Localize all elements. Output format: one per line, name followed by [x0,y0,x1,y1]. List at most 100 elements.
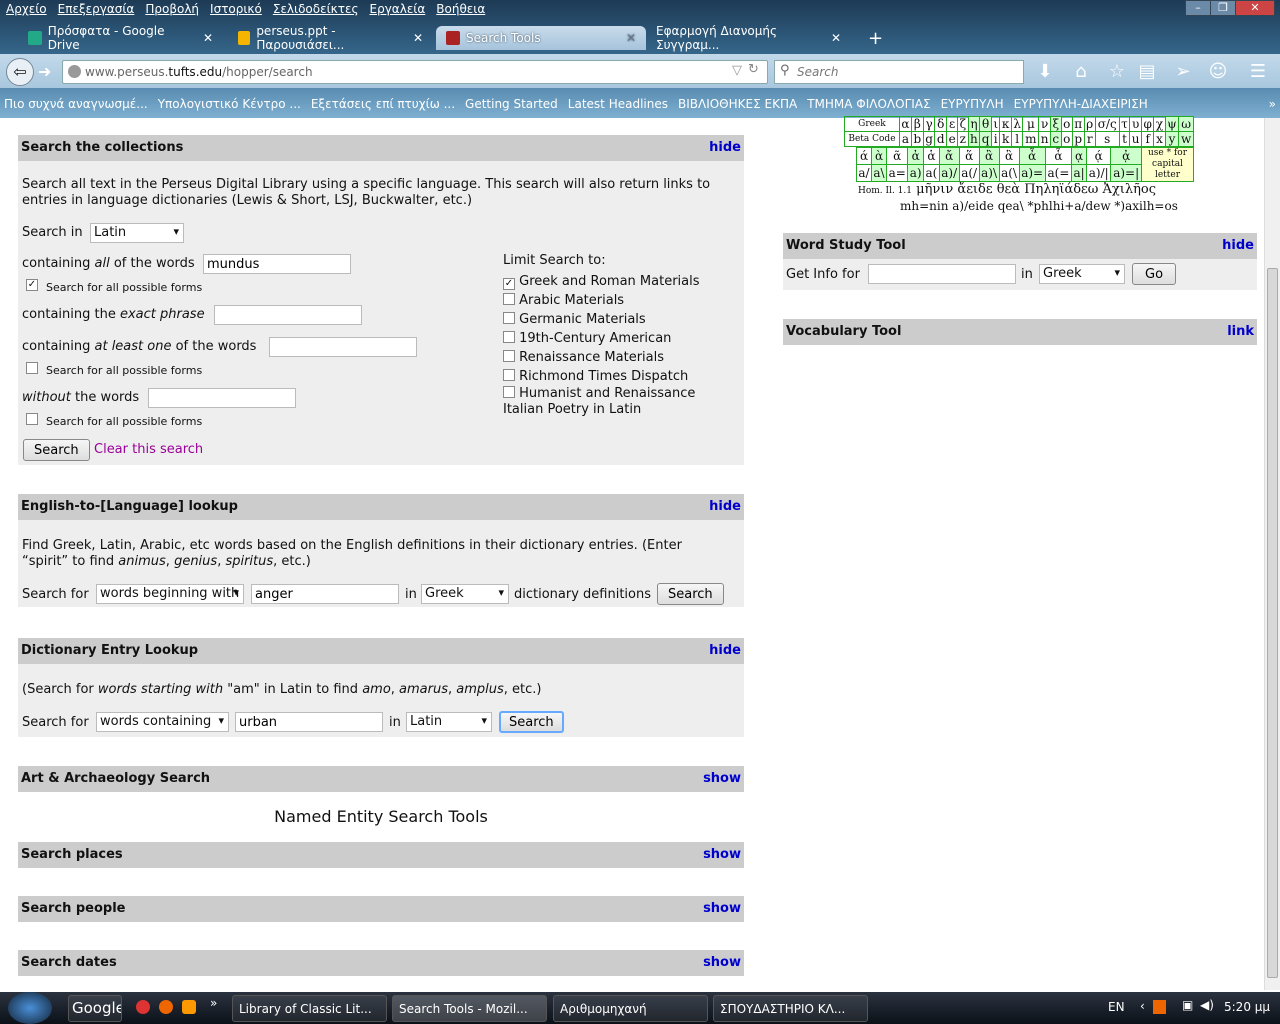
tab-textbook-app[interactable]: Εφαρμογή Διανομής Συγγραμ... ✕ [646,24,851,52]
search-button[interactable]: Search [23,439,90,461]
without-words-input[interactable] [148,388,296,408]
menu-help[interactable]: Βοήθεια [436,2,485,16]
bookmark-computing-center[interactable]: Υπολογιστικό Κέντρο ... [158,97,301,115]
limit-greek-roman[interactable]: ✓ Greek and Roman Materials [503,272,718,291]
taskbar-google[interactable]: Google [68,995,122,1022]
tab-search-tools[interactable]: Search Tools ✕ [436,26,646,50]
limit-19th-century[interactable]: 19th-Century American [503,329,718,348]
show-link[interactable]: show [703,847,741,863]
limit-richmond[interactable]: Richmond Times Dispatch [503,367,718,386]
menu-file[interactable]: Αρχείο [6,2,47,16]
bookmark-eclass[interactable]: ΕΥΡΥΠΥΛΗ [941,97,1004,115]
taskbar-library[interactable]: Library of Classic Lit... [232,995,387,1022]
bookmark-getting-started[interactable]: Getting Started [465,97,558,115]
show-link[interactable]: show [703,901,741,917]
word-study-language-select[interactable]: Greek [1039,264,1125,284]
clock[interactable]: 5:20 μμ [1224,1000,1270,1014]
menu-view[interactable]: Προβολή [145,2,199,16]
go-button[interactable]: Go [1132,263,1177,285]
minimize-button[interactable]: – [1185,0,1211,16]
accent-code: a(/ [958,164,980,182]
english-word-input[interactable] [251,584,399,604]
tray-app-icon[interactable] [1153,1000,1166,1014]
quicklaunch-overflow[interactable]: » [210,996,217,1010]
limit-arabic[interactable]: Arabic Materials [503,291,718,310]
url-bar[interactable]: www.perseus.tufts.edu/hopper/search [62,60,768,84]
clipboard-icon[interactable]: ▤ [1134,59,1160,85]
hide-link[interactable]: hide [709,140,741,156]
all-words-forms-checkbox[interactable]: ✓ [26,279,38,291]
network-icon[interactable]: ▣ [1182,998,1193,1012]
dictionary-word-input[interactable] [235,712,383,732]
send-icon[interactable]: ➢ [1170,59,1196,85]
taskbar-search-tools[interactable]: Search Tools - Mozil... [392,995,547,1022]
back-button[interactable]: ⇦ [6,58,34,86]
limit-humanist[interactable]: Humanist and Renaissance Italian Poetry … [503,386,718,418]
vocabulary-link[interactable]: link [1227,324,1254,340]
tab-google-drive[interactable]: Πρόσφατα - Google Drive ✕ [18,24,223,52]
start-button[interactable] [8,992,52,1024]
taskbar-calculator[interactable]: Αριθμομηχανή [553,995,708,1022]
accented-letter: ἆ [1018,147,1046,165]
hide-link[interactable]: hide [709,499,741,515]
any-words-forms-checkbox[interactable] [26,362,38,374]
hide-link[interactable]: hide [709,643,741,659]
close-tab-icon[interactable]: ✕ [203,31,213,45]
bookmark-exams[interactable]: Εξετάσεις επί πτυχίω ... [311,97,455,115]
exact-phrase-input[interactable] [214,305,362,325]
volume-icon[interactable]: ◀) [1200,998,1214,1012]
media-player-icon[interactable] [182,1000,196,1014]
page-scrollbar[interactable] [1264,118,1280,990]
dictionary-search-button[interactable]: Search [499,711,564,733]
download-icon[interactable]: ⬇ [1032,59,1058,85]
taskbar-folder[interactable]: ΣΠΟΥΔΑΣΤΗΡΙΟ ΚΛ... [713,995,868,1022]
bookmarks-overflow[interactable]: » [1269,97,1276,115]
tab-perseus-ppt[interactable]: perseus.ppt - Παρουσιάσει... ✕ [228,24,433,52]
bookmark-eclass-admin[interactable]: ΕΥΡΥΠΥΛΗ-ΔΙΑΧΕΙΡΙΣΗ [1014,97,1148,115]
close-window-button[interactable]: ✕ [1235,0,1275,16]
bookmark-star-icon[interactable]: ☆ [1104,59,1130,85]
match-mode-select[interactable]: words beginning with [96,584,244,604]
bookmark-latest-headlines[interactable]: Latest Headlines [568,97,668,115]
dictionary-language-select[interactable]: Latin [406,712,492,732]
any-words-input[interactable] [269,337,417,357]
limit-germanic[interactable]: Germanic Materials [503,310,718,329]
menu-history[interactable]: Ιστορικό [210,2,262,16]
hide-link[interactable]: hide [1222,238,1254,254]
restore-button[interactable]: ❐ [1210,0,1236,16]
search-input[interactable]: Search [774,60,1024,84]
close-tab-icon[interactable]: ✕ [626,31,636,45]
language-select[interactable]: Latin [90,223,184,243]
home-icon[interactable]: ⌂ [1068,59,1094,85]
smiley-icon[interactable]: ☺ [1205,59,1231,85]
bookmark-most-visited[interactable]: Πιο συχνά αναγνωσμέ... [4,97,148,115]
new-tab-button[interactable]: + [858,26,893,50]
menu-edit[interactable]: Επεξεργασία [58,2,135,16]
all-words-input[interactable] [203,254,351,274]
show-link[interactable]: show [703,771,741,787]
bookmark-philology[interactable]: ΤΜΗΜΑ ΦΙΛΟΛΟΓΙΑΣ [807,97,930,115]
forward-button[interactable]: ➜ [38,62,51,81]
tray-expand-icon[interactable]: ‹ [1140,999,1145,1013]
dropdown-arrow-icon[interactable]: ▽ [732,63,742,78]
bookmark-libraries[interactable]: ΒΙΒΛΙΟΘΗΚΕΣ ΕΚΠΑ [678,97,797,115]
close-tab-icon[interactable]: ✕ [831,31,841,45]
without-words-forms-checkbox[interactable] [26,413,38,425]
limit-renaissance[interactable]: Renaissance Materials [503,348,718,367]
perseus-icon [446,31,460,45]
clear-search-link[interactable]: Clear this search [94,442,203,457]
scrollbar-thumb[interactable] [1267,268,1278,978]
dictionary-mode-select[interactable]: words containing [96,712,229,732]
close-tab-icon[interactable]: ✕ [413,31,423,45]
menu-bookmarks[interactable]: Σελιδοδείκτες [273,2,359,16]
chrome-icon[interactable] [136,1000,150,1014]
language-indicator[interactable]: EN [1108,1000,1125,1014]
menu-tools[interactable]: Εργαλεία [370,2,426,16]
english-language-select[interactable]: Greek [421,584,509,604]
word-study-input[interactable] [868,264,1016,284]
hamburger-menu-icon[interactable]: ☰ [1245,59,1271,85]
english-search-button[interactable]: Search [657,583,724,605]
show-link[interactable]: show [703,955,741,971]
firefox-icon[interactable] [159,1000,173,1014]
reload-icon[interactable]: ↻ [748,62,759,77]
